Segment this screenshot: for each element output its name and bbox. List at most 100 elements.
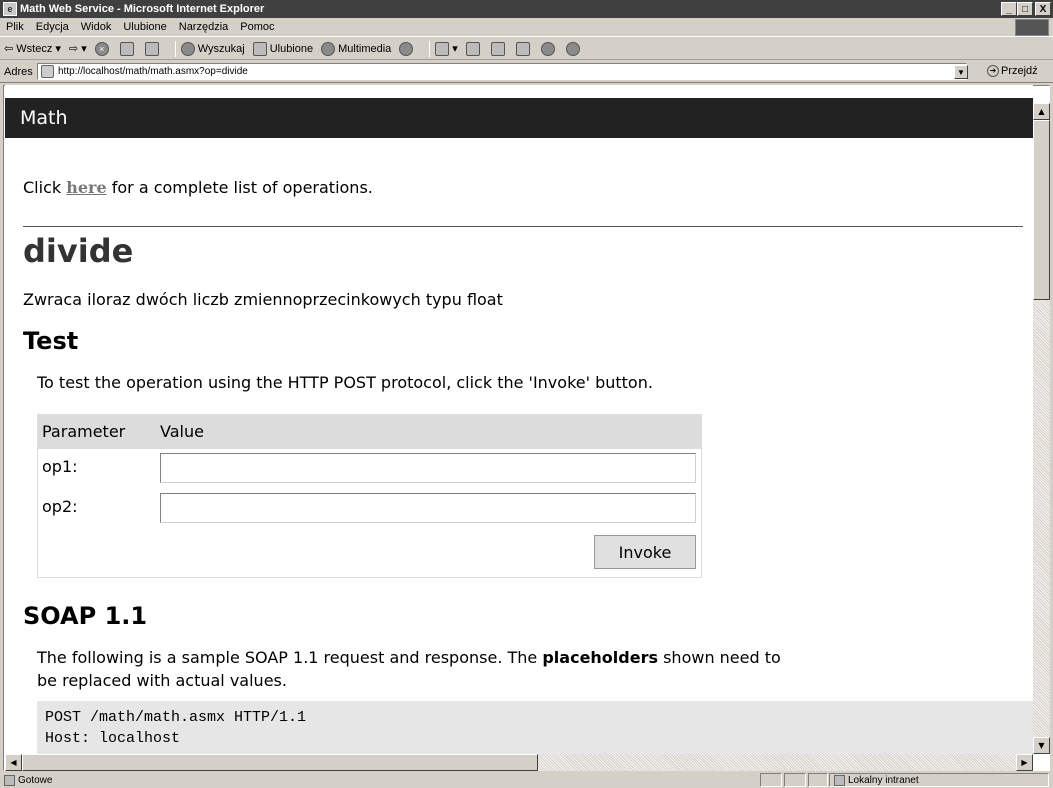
service-name: Math [20, 107, 68, 129]
scroll-up-button[interactable]: ▲ [1033, 103, 1050, 120]
history-button[interactable] [399, 41, 416, 56]
go-label: Przejdź [1001, 65, 1038, 77]
menu-widok[interactable]: Widok [81, 21, 112, 33]
table-header: Parameter Value [38, 415, 701, 449]
page-status-icon [4, 774, 15, 786]
window-title: Math Web Service - Microsoft Internet Ex… [20, 3, 265, 15]
ie-icon: e [3, 2, 17, 16]
favorites-button[interactable]: Ulubione [252, 41, 314, 56]
menu-pomoc[interactable]: Pomoc [240, 21, 274, 33]
divider [23, 226, 1023, 227]
menu-bar: Plik Edycja Widok Ulubione Narzędzia Pom… [0, 18, 1053, 37]
scroll-down-button[interactable]: ▼ [1033, 737, 1050, 754]
status-panel [760, 773, 782, 787]
test-instructions: To test the operation using the HTTP POS… [37, 373, 653, 392]
soap-text-end: shown need to [658, 648, 781, 667]
toolbar-separator [429, 40, 431, 57]
menu-ulubione[interactable]: Ulubione [123, 21, 166, 33]
mail-button[interactable]: ▾ [435, 41, 458, 56]
parameter-table: Parameter Value op1: op2: Invoke [37, 414, 702, 578]
soap-description-line2: be replaced with actual values. [37, 671, 287, 690]
scroll-right-button[interactable]: ▶ [1016, 754, 1033, 771]
zone-label: Lokalny intranet [848, 774, 919, 786]
menu-edycja[interactable]: Edycja [36, 21, 69, 33]
favorites-icon [252, 41, 267, 56]
messenger-button[interactable] [540, 41, 558, 56]
page-viewport: Math Click here for a complete list of o… [5, 85, 1033, 754]
service-header: Math [5, 98, 1033, 138]
horizontal-scroll-thumb[interactable] [22, 754, 538, 771]
address-label: Adres [4, 65, 33, 78]
back-label: Wstecz [16, 42, 53, 55]
address-input[interactable]: http://localhost/math/math.asmx?op=divid… [37, 63, 967, 80]
media-icon [321, 41, 336, 56]
research-icon [565, 41, 580, 56]
soap-code-block: POST /math/math.asmx HTTP/1.1 Host: loca… [37, 701, 1033, 754]
soap-heading: SOAP 1.1 [23, 602, 148, 630]
back-arrow-icon: ⇦ [4, 43, 17, 55]
op2-label: op2: [42, 497, 78, 516]
go-arrow-icon: ➔ [987, 65, 999, 77]
edit-icon [490, 41, 505, 56]
op2-input[interactable] [160, 493, 696, 523]
home-icon [144, 41, 159, 56]
soap-text: The following is a sample SOAP 1.1 reque… [37, 648, 543, 667]
mail-icon [435, 41, 450, 56]
minimize-button[interactable]: _ [1001, 2, 1017, 16]
toolbar-separator [174, 40, 176, 57]
chevron-down-icon: ▾ [52, 43, 61, 55]
discuss-button[interactable] [515, 41, 533, 56]
stop-button[interactable]: × [94, 41, 112, 56]
op1-label: op1: [42, 457, 78, 476]
vertical-scroll-thumb[interactable] [1033, 120, 1050, 300]
maximize-button[interactable]: □ [1017, 2, 1033, 16]
media-button[interactable]: Multimedia [321, 41, 391, 56]
parameter-column-header: Parameter [42, 422, 126, 441]
forward-arrow-icon: ⇨ ▾ [68, 43, 87, 55]
go-button[interactable]: ➔ Przejdź [987, 65, 1038, 77]
favorites-label: Ulubione [269, 42, 314, 55]
print-button[interactable] [465, 41, 483, 56]
address-dropdown-button[interactable]: ▼ [954, 65, 968, 79]
stop-icon: × [94, 41, 109, 56]
status-panel [808, 773, 828, 787]
address-bar: Adres http://localhost/math/math.asmx?op… [0, 61, 1053, 83]
click-suffix-text: for a complete list of operations. [106, 178, 373, 197]
status-bar: Gotowe Lokalny intranet [0, 772, 1053, 788]
operation-title: divide [23, 232, 134, 270]
test-heading: Test [23, 327, 79, 355]
menu-narzedzia[interactable]: Narzędzia [179, 21, 229, 33]
scroll-left-button[interactable]: ◀ [5, 754, 22, 771]
back-button[interactable]: ⇦ Wstecz ▾ [4, 42, 61, 56]
refresh-icon [119, 41, 134, 56]
operations-link-line: Click here for a complete list of operat… [23, 178, 373, 197]
page-icon [41, 65, 54, 78]
operation-description: Zwraca iloraz dwóch liczb zmiennoprzecin… [23, 290, 503, 309]
soap-description-line1: The following is a sample SOAP 1.1 reque… [37, 648, 781, 667]
windows-logo-icon [1015, 19, 1049, 36]
value-column-header: Value [160, 422, 204, 441]
edit-button[interactable] [490, 41, 508, 56]
search-button[interactable]: Wyszukaj [180, 41, 245, 56]
invoke-button[interactable]: Invoke [594, 535, 696, 569]
intranet-icon [834, 774, 845, 786]
horizontal-scrollbar[interactable]: ◀ ▶ [5, 754, 1033, 771]
address-url: http://localhost/math/math.asmx?op=divid… [58, 66, 248, 77]
research-button[interactable] [565, 41, 583, 56]
close-button[interactable]: X [1035, 2, 1051, 16]
toolbar: ⇦ Wstecz ▾ ⇨ ▾ × Wyszukaj Ulubione Multi… [0, 38, 1053, 60]
menu-plik[interactable]: Plik [6, 21, 24, 33]
search-icon [180, 41, 195, 56]
title-bar: e Math Web Service - Microsoft Internet … [0, 0, 1053, 18]
print-icon [465, 41, 480, 56]
forward-button[interactable]: ⇨ ▾ [69, 42, 87, 55]
home-button[interactable] [144, 41, 162, 56]
search-label: Wyszukaj [197, 42, 245, 55]
refresh-button[interactable] [119, 41, 137, 56]
here-link[interactable]: here [66, 178, 106, 197]
vertical-scrollbar[interactable]: ▲ ▼ [1033, 103, 1050, 754]
messenger-icon [540, 41, 555, 56]
op1-input[interactable] [160, 453, 696, 483]
status-text: Gotowe [18, 774, 53, 786]
history-icon [399, 41, 414, 56]
